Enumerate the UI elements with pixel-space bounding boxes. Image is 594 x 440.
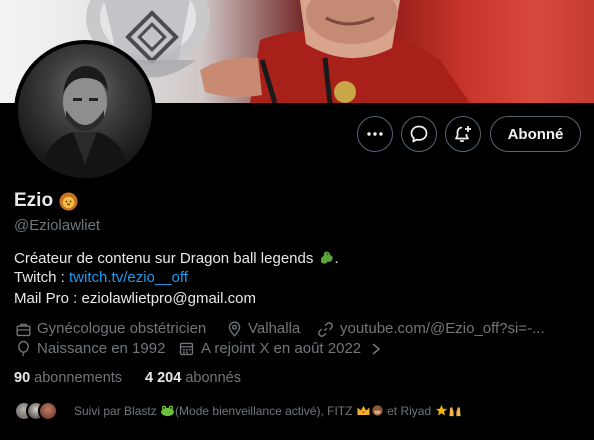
followers-stat[interactable]: 4 204 abonnés xyxy=(145,370,241,386)
more-horizontal-icon xyxy=(367,132,383,136)
crown-emoji-icon xyxy=(357,406,370,415)
notify-button[interactable] xyxy=(445,116,481,152)
following-button[interactable]: Abonné xyxy=(490,116,581,152)
monkey-emoji-icon xyxy=(372,405,383,416)
bell-plus-icon xyxy=(455,126,471,143)
joined-date[interactable]: A rejoint X en août 2022 xyxy=(201,340,361,357)
bio-text-end: . xyxy=(334,250,339,267)
dragon-emoji-icon xyxy=(320,251,333,264)
bio-line-1: Créateur de contenu sur Dragon ball lege… xyxy=(14,249,339,267)
star-emoji-icon xyxy=(435,404,447,416)
followed-by-end: et Riyad xyxy=(383,404,435,418)
briefcase-icon xyxy=(16,323,31,337)
twitch-link[interactable]: twitch.tv/ezio__off xyxy=(69,269,188,286)
location-icon xyxy=(228,321,241,337)
user-handle: @Eziolawliet xyxy=(14,217,101,234)
following-label: abonnements xyxy=(34,370,123,386)
twitch-label: Twitch : xyxy=(14,269,70,286)
balloon-icon xyxy=(18,340,29,357)
calendar-icon xyxy=(179,342,194,356)
message-button[interactable] xyxy=(401,116,437,152)
profession: Gynécologue obstétricien xyxy=(37,320,207,337)
message-bubble-icon xyxy=(410,125,428,143)
bio-line-2: Twitch : twitch.tv/ezio__off xyxy=(14,269,188,286)
bio-line-3: Mail Pro : eziolawlietpro@gmail.com xyxy=(14,290,256,307)
lion-emoji-icon xyxy=(59,192,78,211)
followed-by-middle: (Mode bienveillance activé), FITZ xyxy=(175,404,353,418)
profile-avatar[interactable] xyxy=(14,40,156,182)
bio-text: Créateur de contenu sur Dragon ball lege… xyxy=(14,250,314,267)
followed-by-text[interactable]: Suivi par Blastz (Mode bienveillance act… xyxy=(74,404,462,418)
website-link[interactable]: youtube.com/@Ezio_off?si=-... xyxy=(340,320,545,337)
link-icon xyxy=(318,322,333,337)
follower-avatar-3[interactable] xyxy=(38,401,58,421)
followed-by-start: Suivi par Blastz xyxy=(74,404,157,418)
following-stat[interactable]: 90 abonnements xyxy=(14,370,122,386)
followers-count: 4 204 xyxy=(145,370,182,386)
birth-date: Naissance en 1992 xyxy=(37,340,166,357)
chevron-right-icon[interactable] xyxy=(370,342,382,356)
location: Valhalla xyxy=(248,320,301,337)
frog-emoji-icon xyxy=(161,405,174,417)
display-name: Ezio xyxy=(14,190,54,211)
avatar-image xyxy=(18,44,152,178)
followers-label: abonnés xyxy=(185,370,241,386)
more-button[interactable] xyxy=(357,116,393,152)
following-count: 90 xyxy=(14,370,31,386)
raised-hands-emoji-icon xyxy=(448,407,461,417)
